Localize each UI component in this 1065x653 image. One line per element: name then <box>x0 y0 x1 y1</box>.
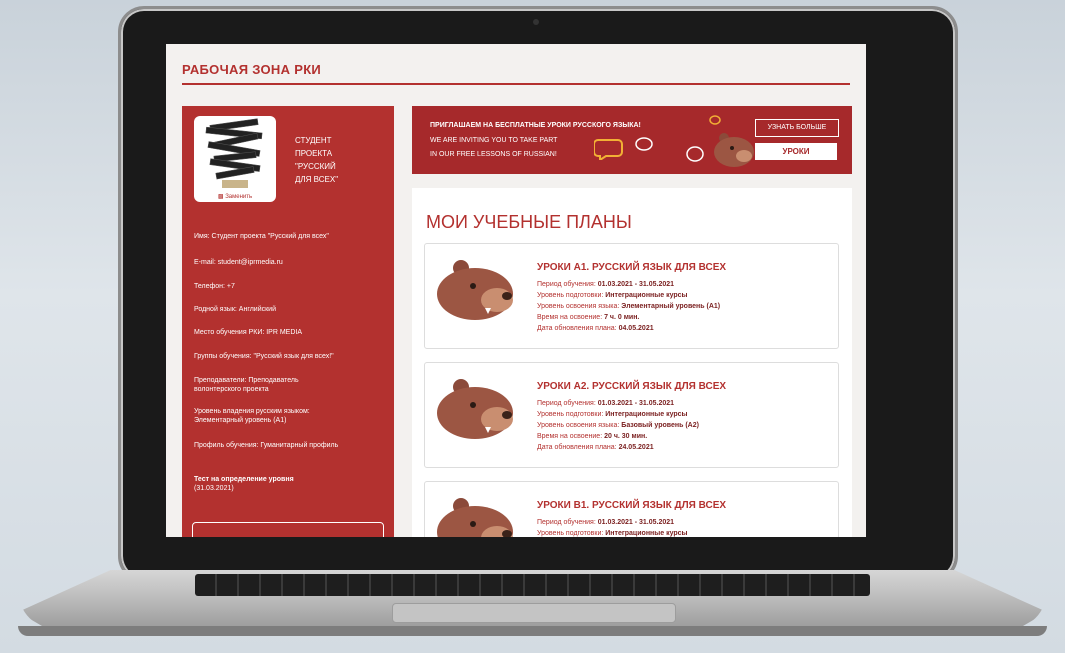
speech-bubble-icon <box>594 139 623 160</box>
info-level: Уровень владения русским языком: Элемент… <box>194 408 310 424</box>
plan-period: Период обучения: 01.03.2021 - 31.05.2021 <box>537 519 675 526</box>
laptop-screen: РАБОЧАЯ ЗОНА РКИ ▩ Заменить СТУДЕНТ ПРОЕ… <box>166 44 866 537</box>
info-teachers: Преподаватели: Преподаватель волонтерско… <box>194 377 299 393</box>
bear-icon <box>437 379 513 439</box>
learn-more-button[interactable]: УЗНАТЬ БОЛЬШЕ <box>755 119 839 137</box>
info-email: E-mail: student@iprmedia.ru <box>194 259 283 266</box>
plan-prep: Уровень подготовки: Интеграционные курсы <box>537 292 688 299</box>
plan-title[interactable]: УРОКИ А2. РУССКИЙ ЯЗЫК ДЛЯ ВСЕХ <box>537 381 726 392</box>
page-title: РАБОЧАЯ ЗОНА РКИ <box>182 62 322 77</box>
plan-time: Время на освоение: 20 ч. 30 мин. <box>537 433 648 440</box>
sidebar-button[interactable] <box>192 522 384 537</box>
plan-prep: Уровень подготовки: Интеграционные курсы <box>537 530 688 537</box>
info-native-language: Родной язык: Английский <box>194 306 277 313</box>
plan-period: Период обучения: 01.03.2021 - 31.05.2021 <box>537 281 675 288</box>
plan-card[interactable]: УРОКИ А1. РУССКИЙ ЯЗЫК ДЛЯ ВСЕХ Период о… <box>424 243 839 349</box>
laptop-base-edge <box>18 626 1047 636</box>
plans-panel: МОИ УЧЕБНЫЕ ПЛАНЫ УРОКИ А1. РУССКИЙ ЯЗЫК… <box>412 188 852 537</box>
bear-mascot-icon <box>714 133 754 167</box>
plan-level: Уровень освоения языка: Базовый уровень … <box>537 422 699 429</box>
lessons-button[interactable]: УРОКИ <box>755 143 837 160</box>
bear-icon <box>437 260 513 320</box>
chat-bubble-icon <box>635 137 653 151</box>
profile-sidebar: ▩ Заменить СТУДЕНТ ПРОЕКТА "РУССКИЙ ДЛЯ … <box>182 106 394 537</box>
level-test-link[interactable]: Тест на определение уровня <box>194 476 294 483</box>
plan-level: Уровень освоения языка: Элементарный уро… <box>537 303 721 310</box>
plan-updated: Дата обновления плана: 24.05.2021 <box>537 444 654 451</box>
level-test[interactable]: Тест на определение уровня (31.03.2021) <box>194 475 384 493</box>
plan-title[interactable]: УРОКИ В1. РУССКИЙ ЯЗЫК ДЛЯ ВСЕХ <box>537 500 726 511</box>
plan-card[interactable]: УРОКИ В1. РУССКИЙ ЯЗЫК ДЛЯ ВСЕХ Период о… <box>424 481 839 537</box>
page-header: РАБОЧАЯ ЗОНА РКИ <box>182 62 850 85</box>
plans-heading: МОИ УЧЕБНЫЕ ПЛАНЫ <box>426 212 632 232</box>
info-phone: Телефон: +7 <box>194 283 235 290</box>
promo-banner: ПРИГЛАШАЕМ НА БЕСПЛАТНЫЕ УРОКИ РУССКОГО … <box>412 106 852 174</box>
avatar-books-icon <box>205 118 263 188</box>
small-bubble-icon <box>709 115 721 125</box>
plan-updated: Дата обновления плана: 04.05.2021 <box>537 325 654 332</box>
banner-title: ПРИГЛАШАЕМ НА БЕСПЛАТНЫЕ УРОКИ РУССКОГО … <box>430 122 641 129</box>
camera-icon <box>533 19 539 25</box>
role-label: СТУДЕНТ ПРОЕКТА "РУССКИЙ ДЛЯ ВСЕХ" <box>295 136 339 184</box>
keyboard <box>195 574 870 596</box>
info-study-place: Место обучения РКИ: IPR MEDIA <box>194 329 303 336</box>
plan-prep: Уровень подготовки: Интеграционные курсы <box>537 411 688 418</box>
info-profile: Профиль обучения: Гуманитарный профиль <box>194 442 339 449</box>
info-name: Имя: Студент проекта "Русский для всех" <box>194 233 329 240</box>
info-groups: Группы обучения: "Русский язык для всех!… <box>194 353 334 360</box>
bubble-outline-icon <box>686 146 704 162</box>
bear-icon <box>437 498 513 537</box>
plan-time: Время на освоение: 7 ч. 0 мин. <box>537 314 640 321</box>
level-test-date: (31.03.2021) <box>194 485 234 492</box>
banner-subtitle-line2: IN OUR FREE LESSONS OF RUSSIAN! <box>430 151 557 158</box>
plan-card[interactable]: УРОКИ А2. РУССКИЙ ЯЗЫК ДЛЯ ВСЕХ Период о… <box>424 362 839 468</box>
banner-subtitle-line1: WE ARE INVITING YOU TO TAKE PART <box>430 137 558 144</box>
plan-title[interactable]: УРОКИ А1. РУССКИЙ ЯЗЫК ДЛЯ ВСЕХ <box>537 262 726 273</box>
plan-period: Период обучения: 01.03.2021 - 31.05.2021 <box>537 400 675 407</box>
avatar-change-link[interactable]: ▩ Заменить <box>194 193 276 200</box>
avatar[interactable]: ▩ Заменить <box>194 116 276 202</box>
trackpad <box>392 603 676 623</box>
